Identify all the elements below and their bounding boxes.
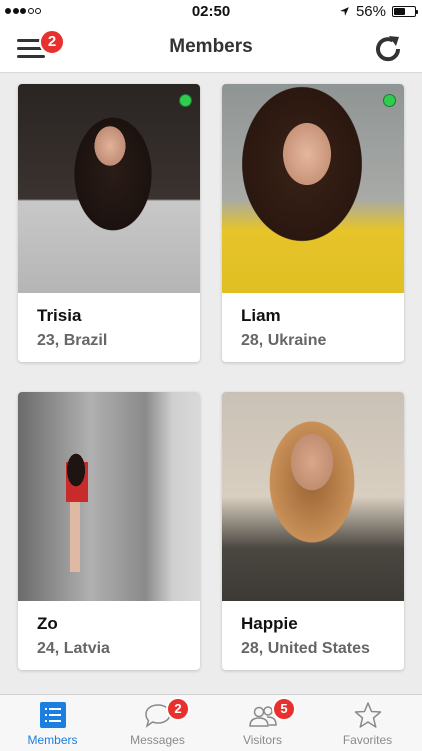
member-card[interactable]: Trisia 23, Brazil (18, 84, 200, 362)
status-bar: 02:50 56% (0, 0, 422, 24)
member-info: 24, Latvia (37, 640, 110, 657)
member-card[interactable]: Zo 24, Latvia (18, 392, 200, 670)
tab-label: Visitors (242, 733, 283, 747)
tab-favorites[interactable]: Favorites (315, 695, 420, 751)
list-icon (40, 702, 66, 728)
member-name: Trisia (37, 306, 82, 325)
tab-label: Messages (130, 733, 185, 747)
messages-badge: 2 (166, 697, 190, 721)
star-icon (354, 702, 382, 728)
member-info: 28, Ukraine (241, 332, 327, 349)
refresh-icon (376, 36, 401, 62)
member-info: 23, Brazil (37, 332, 108, 349)
member-photo (222, 392, 404, 601)
tab-members[interactable]: Members (0, 695, 105, 751)
member-info: 28, United States (241, 640, 370, 657)
member-photo (222, 84, 404, 293)
member-card[interactable]: Happie 28, United States (222, 392, 404, 670)
navigation-bar: 2 Members (0, 24, 422, 73)
online-status-indicator (179, 94, 192, 107)
member-card[interactable]: Liam 28, Ukraine (222, 84, 404, 362)
visitors-badge: 5 (272, 697, 296, 721)
tab-visitors[interactable]: 5 Visitors (210, 695, 315, 751)
location-arrow-icon (340, 7, 349, 16)
tab-messages[interactable]: 2 Messages (105, 695, 210, 751)
tab-label: Favorites (342, 733, 393, 747)
refresh-button[interactable] (372, 34, 404, 64)
battery-percent: 56% (355, 3, 386, 20)
member-name: Zo (37, 614, 58, 633)
battery-icon (392, 6, 418, 17)
member-photo (18, 84, 200, 293)
member-name: Happie (241, 614, 298, 633)
online-status-indicator (383, 94, 396, 107)
page-title: Members (169, 36, 253, 57)
member-name: Liam (241, 306, 281, 325)
tab-label: Members (27, 733, 78, 747)
tab-bar: Members 2 Messages 5 Visitors Favorites (0, 694, 422, 751)
member-photo (18, 392, 200, 601)
